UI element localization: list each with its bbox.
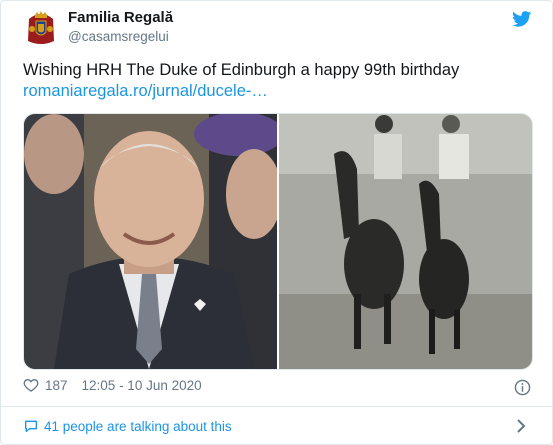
twitter-bird-icon[interactable] bbox=[512, 11, 532, 27]
tweet-meta: 187 12:05 - 10 Jun 2020 bbox=[23, 377, 202, 393]
like-count: 187 bbox=[45, 377, 68, 393]
conversation-link[interactable]: 41 people are talking about this bbox=[23, 418, 232, 434]
portrait-photo[interactable] bbox=[24, 114, 277, 369]
heart-icon[interactable] bbox=[23, 377, 39, 393]
author-handle[interactable]: @casamsregelui bbox=[68, 29, 169, 44]
tweet-text: Wishing HRH The Duke of Edinburgh a happ… bbox=[23, 61, 460, 79]
divider bbox=[1, 406, 552, 407]
conversation-text: 41 people are talking about this bbox=[44, 418, 232, 434]
speech-bubble-icon bbox=[25, 420, 37, 432]
author-display-name[interactable]: Familia Regală bbox=[68, 9, 173, 26]
horses-photo[interactable] bbox=[279, 114, 532, 369]
tweet-timestamp[interactable]: 12:05 - 10 Jun 2020 bbox=[82, 378, 202, 393]
chevron-right-icon[interactable] bbox=[515, 418, 527, 434]
tweet-link[interactable]: romaniaregala.ro/jurnal/ducele-… bbox=[23, 82, 268, 101]
tweet-media bbox=[23, 113, 533, 370]
info-icon[interactable] bbox=[514, 379, 531, 396]
coat-of-arms-avatar[interactable] bbox=[23, 11, 59, 47]
tweet-card: Familia Regală @casamsregelui Wishing HR… bbox=[0, 0, 553, 445]
